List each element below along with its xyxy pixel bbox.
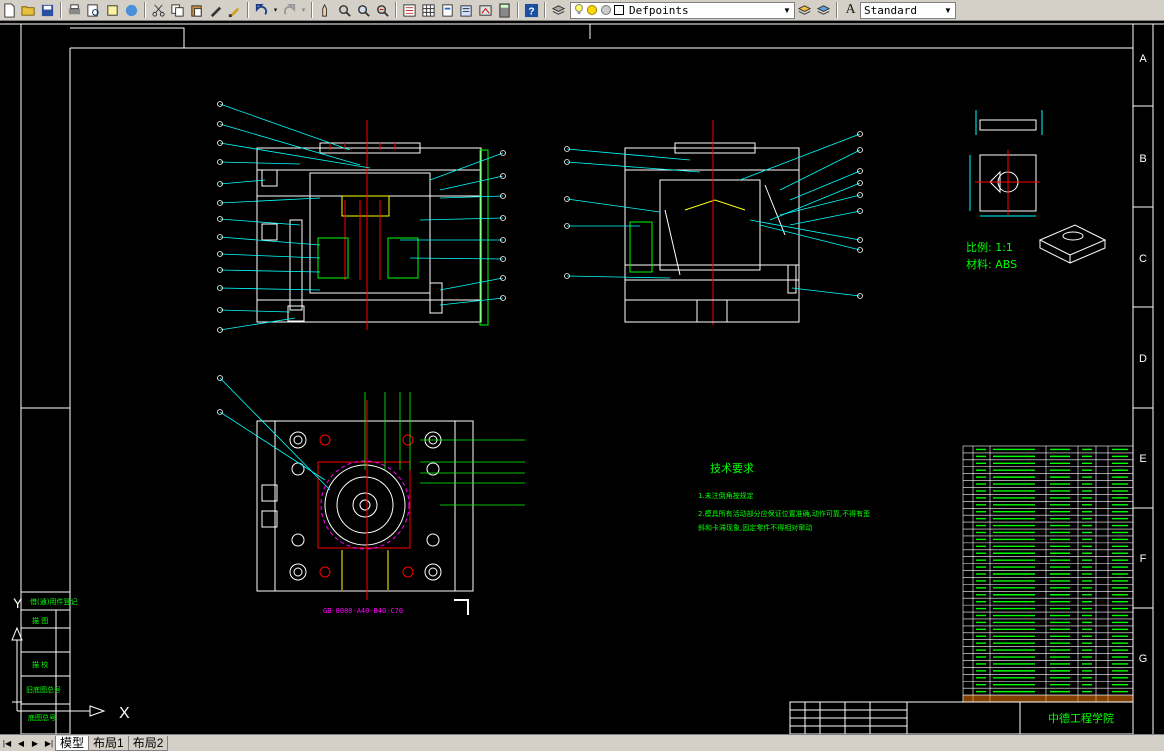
layer-combo[interactable]: Defpoints ▼ [570, 1, 795, 19]
publish-icon[interactable] [103, 1, 122, 19]
zoom-window-icon[interactable] [354, 1, 373, 19]
ucs-icon [11, 626, 106, 717]
toolbar-separator [60, 2, 62, 18]
markup-icon[interactable] [476, 1, 495, 19]
last-tab-icon[interactable]: ▶| [42, 736, 56, 750]
toolbar-separator [517, 2, 519, 18]
bom-header-row [962, 694, 1134, 703]
cut-icon[interactable] [149, 1, 168, 19]
row-label-g: G [1139, 653, 1148, 665]
standard-toolbar: ▾ ▾ ? Defpoints ▼ A Standard ▼ [0, 0, 1164, 21]
bom-outline [962, 445, 1134, 703]
copy-icon[interactable] [168, 1, 187, 19]
matchprop-icon[interactable] [206, 1, 225, 19]
school-name: 中德工程学院 [1048, 711, 1114, 725]
cad-window: ▾ ▾ ? Defpoints ▼ A Standard ▼ A B C D E… [0, 0, 1164, 751]
row-label-e: E [1139, 453, 1146, 465]
preview-icon[interactable] [84, 1, 103, 19]
left-strip-label: 借(通)用件登记 [30, 597, 77, 606]
tech-requirement-line: 斜和卡滞现象,固定零件不得相对窜动 [698, 523, 812, 532]
undo-icon[interactable] [252, 1, 271, 19]
tech-requirement-line: 2.模具所有活动部分应保证位置准确,动作可靠,不得有歪 [698, 509, 870, 518]
left-strip-label: 旧底图总号 [26, 685, 61, 694]
side-view [624, 120, 800, 325]
redo-dropdown-icon[interactable]: ▾ [299, 1, 308, 19]
pan-icon[interactable] [316, 1, 335, 19]
layout-tabs-bar: |◀ ◀ ▶ ▶| 模型 布局1 布局2 [0, 734, 1164, 751]
bill-of-materials [962, 445, 1134, 703]
tab-layout1[interactable]: 布局1 [88, 735, 129, 751]
tab-layout2[interactable]: 布局2 [127, 735, 169, 751]
next-tab-icon[interactable]: ▶ [28, 736, 42, 750]
row-labels: A B C D E F G [1139, 53, 1148, 665]
tab-model[interactable]: 模型 [55, 735, 90, 751]
tool-palettes-icon[interactable] [438, 1, 457, 19]
chevron-down-icon[interactable]: ▼ [780, 3, 794, 18]
layer-prev-icon[interactable] [795, 1, 814, 19]
zoom-realtime-icon[interactable] [335, 1, 354, 19]
zoom-previous-icon[interactable] [373, 1, 392, 19]
toolbar-separator [144, 2, 146, 18]
redo-icon[interactable] [280, 1, 299, 19]
layer-manager-icon[interactable] [549, 1, 568, 19]
mold-designation: GB-8080-A40-B40-C70 [323, 607, 403, 615]
paste-icon[interactable] [187, 1, 206, 19]
plot-icon[interactable] [122, 1, 141, 19]
tech-requirements-title: 技术要求 [710, 462, 754, 475]
freeze-icon[interactable] [600, 4, 612, 16]
top-view-leaders [219, 377, 525, 506]
undo-dropdown-icon[interactable]: ▾ [271, 1, 280, 19]
toolbar-separator [247, 2, 249, 18]
properties-icon[interactable] [400, 1, 419, 19]
calculator-icon[interactable] [495, 1, 514, 19]
front-view [256, 120, 489, 330]
ucs-x-label: X [119, 705, 130, 722]
drawing-canvas[interactable]: A B C D E F G 借(通)用件登记 描 图 描 校 旧底图总号 底图总… [0, 21, 1164, 734]
row-label-d: D [1139, 353, 1147, 365]
text-style-combo[interactable]: Standard ▼ [860, 1, 956, 19]
prev-tab-icon[interactable]: ◀ [14, 736, 28, 750]
ucs-y-label: Y [13, 595, 23, 611]
save-icon[interactable] [38, 1, 57, 19]
color-swatch-icon[interactable] [614, 5, 624, 15]
help-icon[interactable]: ? [522, 1, 541, 19]
sheetset-icon[interactable] [457, 1, 476, 19]
top-view-bubbles [217, 375, 223, 415]
current-layer-name: Defpoints [629, 3, 689, 17]
layer-state-icons [571, 4, 627, 16]
first-tab-icon[interactable]: |◀ [0, 736, 14, 750]
font-letter: A [845, 2, 856, 17]
toolbar-separator [836, 2, 838, 18]
design-center-icon[interactable] [419, 1, 438, 19]
tech-requirement-line: 1.未注倒角按规定 [698, 491, 754, 500]
material-label: 材料: ABS [966, 257, 1017, 271]
front-view-leaders [219, 103, 504, 331]
toolbar-separator [544, 2, 546, 18]
left-strip-label: 描 图 [32, 616, 48, 625]
left-strip-label: 描 校 [32, 660, 48, 669]
toolbar-separator [311, 2, 313, 18]
text-style-icon[interactable]: A [841, 1, 860, 19]
open-icon[interactable] [19, 1, 38, 19]
chevron-down-icon[interactable]: ▼ [941, 3, 955, 18]
toolbar-separator [395, 2, 397, 18]
row-label-f: F [1140, 553, 1147, 565]
left-strip-label: 底图总号 [28, 713, 56, 722]
lightbulb-icon[interactable] [574, 4, 584, 16]
row-label-a: A [1139, 53, 1147, 65]
print-icon[interactable] [65, 1, 84, 19]
row-label-b: B [1139, 153, 1146, 165]
current-text-style: Standard [864, 3, 917, 17]
scale-label: 比例: 1:1 [966, 240, 1013, 254]
layer-states-icon[interactable] [814, 1, 833, 19]
brush-icon[interactable] [225, 1, 244, 19]
sun-icon[interactable] [586, 4, 598, 16]
row-label-c: C [1139, 253, 1147, 265]
new-icon[interactable] [0, 1, 19, 19]
model-space[interactable]: A B C D E F G 借(通)用件登记 描 图 描 校 旧底图总号 底图总… [0, 21, 1164, 734]
svg-text:?: ? [528, 6, 534, 17]
